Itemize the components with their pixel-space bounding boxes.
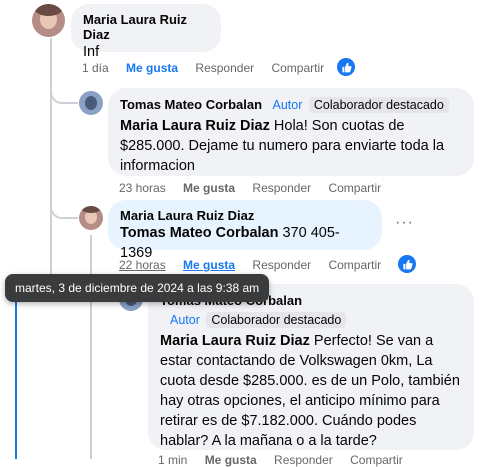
comment-text: Maria Laura Ruiz Diaz Hola! Son cuotas d…	[120, 118, 445, 174]
author-tag: Autor	[170, 313, 200, 327]
reply-button[interactable]: Responder	[195, 61, 254, 75]
comment-author[interactable]: Maria Laura Ruiz Diaz	[120, 208, 370, 223]
comment-bubble: Maria Laura Ruiz Diaz Inf	[71, 4, 221, 60]
comment-time[interactable]: 1 día	[82, 61, 109, 75]
avatar[interactable]	[79, 91, 103, 115]
reply-button[interactable]: Responder	[252, 258, 311, 272]
comment-actions: 1 min Me gusta Responder Compartir	[158, 453, 417, 467]
comment-time[interactable]: 23 horas	[119, 181, 166, 195]
status-badge: Colaborador destacado	[206, 312, 347, 328]
reply-button[interactable]: Responder	[274, 453, 333, 467]
comment-actions: 23 horas Me gusta Responder Compartir	[119, 181, 395, 195]
avatar[interactable]	[32, 4, 65, 37]
status-badge: Colaborador destacado	[308, 97, 449, 113]
share-button[interactable]: Compartir	[328, 181, 381, 195]
comment-bubble-highlighted: Maria Laura Ruiz Diaz Tomas Mateo Corbal…	[108, 200, 382, 261]
like-button[interactable]: Me gusta	[183, 258, 235, 272]
share-button[interactable]: Compartir	[328, 258, 381, 272]
author-tag: Autor	[272, 98, 303, 112]
thread-line-active	[15, 288, 17, 459]
comment-actions: 22 horas Me gusta Responder Compartir	[119, 258, 395, 272]
thread-line	[50, 38, 52, 288]
like-button[interactable]: Me gusta	[205, 453, 257, 467]
comment-author[interactable]: Tomas Mateo Corbalan	[120, 97, 262, 112]
avatar[interactable]	[79, 206, 103, 230]
comment-time[interactable]: 1 min	[158, 453, 187, 467]
comment-bubble: Tomas Mateo Corbalan Autor Colaborador d…	[108, 88, 474, 176]
comment-actions: 1 día Me gusta Responder Compartir	[82, 61, 338, 75]
like-button[interactable]: Me gusta	[126, 61, 178, 75]
share-button[interactable]: Compartir	[271, 61, 324, 75]
like-reaction-icon[interactable]	[398, 255, 416, 273]
comment-text: Maria Laura Ruiz Diaz Perfecto! Se van a…	[160, 333, 460, 449]
like-button[interactable]: Me gusta	[183, 181, 235, 195]
mention-link[interactable]: Maria Laura Ruiz Diaz	[120, 118, 270, 134]
like-reaction-icon[interactable]	[337, 58, 355, 76]
share-button[interactable]: Compartir	[350, 453, 403, 467]
mention-link[interactable]: Tomas Mateo Corbalan	[120, 225, 278, 241]
reply-button[interactable]: Responder	[252, 181, 311, 195]
more-options-icon[interactable]: ···	[395, 214, 414, 232]
thread-connector	[50, 80, 78, 104]
comment-bubble: Tomas Mateo Corbalan Autor Colaborador d…	[148, 284, 474, 450]
comment-text: Tomas Mateo Corbalan 370 405-1369	[120, 225, 340, 261]
timestamp-tooltip: martes, 3 de diciembre de 2024 a las 9:3…	[5, 274, 270, 302]
thread-connector	[50, 195, 78, 219]
mention-link[interactable]: Maria Laura Ruiz Diaz	[160, 333, 310, 349]
comment-author[interactable]: Maria Laura Ruiz Diaz	[83, 12, 209, 42]
comment-time[interactable]: 22 horas	[119, 258, 166, 272]
comment-text: Inf	[83, 44, 100, 60]
thread-line	[90, 235, 92, 459]
